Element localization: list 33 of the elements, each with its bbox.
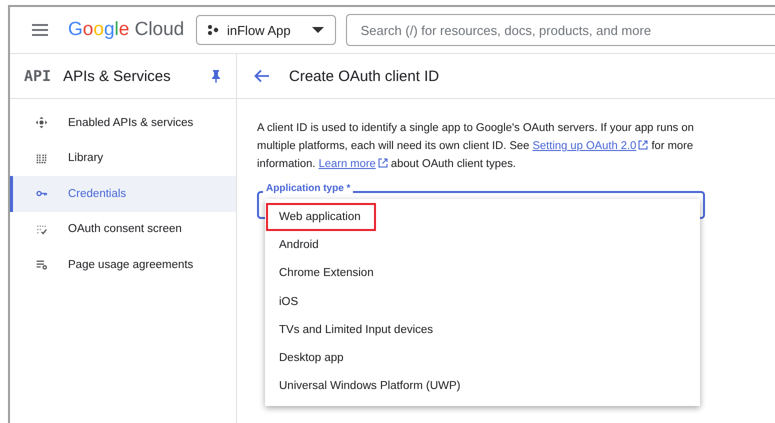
menu-option[interactable]: Web application	[266, 203, 376, 232]
library-icon	[35, 152, 48, 165]
caret-icon	[310, 26, 325, 34]
api-label: API	[24, 67, 52, 85]
sidebar-item[interactable]: OAuth consent screen	[10, 212, 236, 247]
menu-option[interactable]: iOS	[265, 288, 700, 316]
list-settings-icon	[35, 258, 48, 272]
pin-icon[interactable]	[210, 69, 222, 83]
link[interactable]: Setting up OAuth 2.0	[532, 140, 636, 152]
sidebar-item[interactable]: Library	[10, 140, 236, 176]
field-label: Application type *	[263, 183, 354, 194]
project-picker[interactable]: inFlow App	[196, 15, 336, 45]
move-icon	[35, 116, 48, 130]
link[interactable]: Learn more	[318, 158, 376, 170]
logo[interactable]: Google Cloud	[68, 19, 186, 41]
menu-option[interactable]: Universal Windows Platform (UWP)	[265, 372, 700, 400]
menu-option[interactable]: TVs and Limited Input devices	[265, 316, 700, 344]
description: A client ID is used to identify a single app to Google's OAuth servers. If your app runs on multiple platforms, each will need its own client ID. See Setting up OAuth 2.0 for more information. Learn more about OAuth client types.	[257, 121, 695, 172]
menu-option[interactable]: Desktop app	[265, 344, 700, 372]
search-field[interactable]: Search (/) for resources, docs, products, and more	[346, 14, 775, 46]
menu-option[interactable]: Android	[265, 231, 700, 260]
section-title: APIs & Services	[63, 68, 172, 84]
project-icon	[207, 24, 219, 36]
back-arrow-icon[interactable]	[253, 67, 271, 85]
menu-option[interactable]: Chrome Extension	[265, 259, 700, 288]
external-link-icon	[638, 140, 648, 150]
external-link-icon	[378, 158, 388, 168]
sidebar-item[interactable]: Enabled APIs & services	[10, 105, 236, 140]
sidebar-item[interactable]: Credentials	[10, 176, 236, 212]
checklist-icon	[35, 222, 48, 236]
sidebar-item[interactable]: Page usage agreements	[10, 247, 236, 282]
page-title: Create OAuth client ID	[289, 68, 440, 84]
menu-icon[interactable]	[30, 23, 50, 37]
